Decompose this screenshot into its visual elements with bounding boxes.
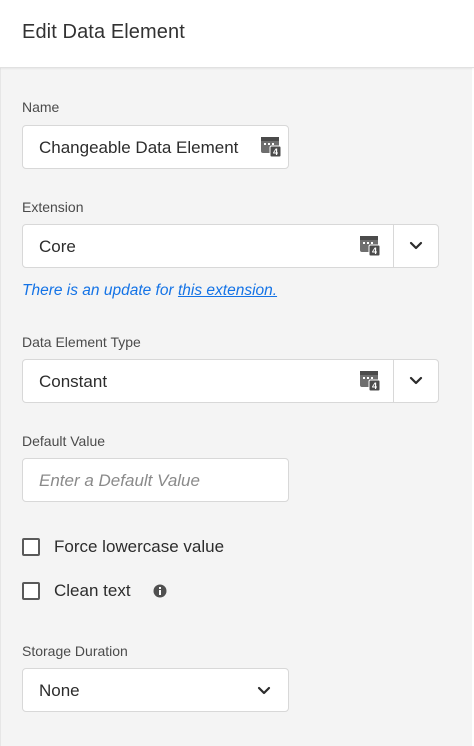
default-value-input[interactable]: Enter a Default Value xyxy=(22,458,289,502)
extension-field[interactable]: Core 4 xyxy=(22,224,394,268)
data-element-type-field[interactable]: Constant 4 xyxy=(22,359,394,403)
default-value-placeholder: Enter a Default Value xyxy=(39,471,200,490)
info-icon[interactable] xyxy=(153,584,167,598)
extension-dropdown-button[interactable] xyxy=(393,224,439,268)
chevron-down-icon xyxy=(409,241,423,250)
update-notice: There is an update for this extension. xyxy=(22,282,277,300)
svg-text:4: 4 xyxy=(273,147,278,157)
chevron-down-icon xyxy=(409,376,423,385)
clean-text-checkbox[interactable] xyxy=(22,582,40,600)
svg-text:4: 4 xyxy=(372,246,377,256)
storage-duration-value: None xyxy=(39,681,80,700)
data-element-type-label: Data Element Type xyxy=(22,334,141,350)
data-element-icon[interactable]: 4 xyxy=(360,235,382,257)
data-element-type-value: Constant xyxy=(39,372,108,391)
storage-duration-select[interactable]: None xyxy=(22,668,289,712)
page-title: Edit Data Element xyxy=(22,21,185,43)
clean-text-option[interactable]: Clean text xyxy=(22,579,167,603)
name-value: Changeable Data Element xyxy=(39,138,239,157)
chevron-down-icon xyxy=(257,686,271,695)
extension-label: Extension xyxy=(22,199,84,215)
svg-text:4: 4 xyxy=(372,381,377,391)
force-lowercase-label: Force lowercase value xyxy=(54,537,225,556)
name-label: Name xyxy=(22,99,60,115)
extension-update-link[interactable]: this extension. xyxy=(178,282,277,299)
data-element-icon[interactable]: 4 xyxy=(261,136,283,158)
extension-value: Core xyxy=(39,237,76,256)
storage-duration-label: Storage Duration xyxy=(22,643,128,659)
default-value-label: Default Value xyxy=(22,433,106,449)
dialog-header: Edit Data Element xyxy=(0,0,474,68)
name-field[interactable]: Changeable Data Element 4 xyxy=(22,125,289,169)
clean-text-label: Clean text xyxy=(54,581,131,600)
data-element-icon[interactable]: 4 xyxy=(360,370,382,392)
force-lowercase-checkbox[interactable] xyxy=(22,538,40,556)
force-lowercase-option[interactable]: Force lowercase value xyxy=(22,535,224,559)
data-element-type-dropdown-button[interactable] xyxy=(393,359,439,403)
update-notice-text: There is an update for xyxy=(22,282,178,299)
